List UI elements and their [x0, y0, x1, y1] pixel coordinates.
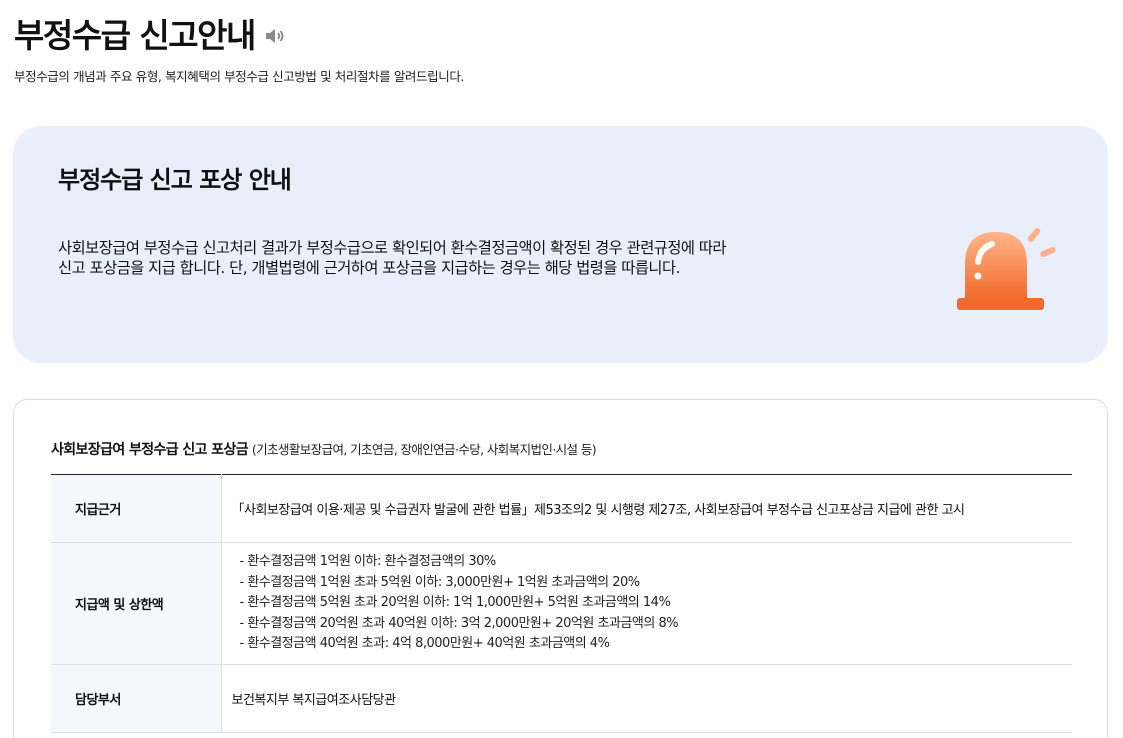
table-row: 지급근거 「사회보장급여 이용·제공 및 수급권자 발굴에 관한 법률」제53조… [51, 474, 1072, 543]
table-heading-sub: (기초생활보장급여, 기초연금, 장애인연금·수당, 사회복지법인·시설 등) [251, 442, 597, 457]
amount-item: - 환수결정금액 20억원 초과 40억원 이하: 3억 2,000만원+ 20… [239, 615, 679, 631]
notice-line-2: 신고 포상금을 지급 합니다. 단, 개별법령에 근거하여 포상금을 지급하는 … [58, 259, 680, 277]
row-value-amount: - 환수결정금액 1억원 이하: 환수결정금액의 30% - 환수결정금액 1억… [221, 542, 1072, 665]
page-title: 부정수급 신고안내 [14, 16, 256, 55]
page-subtitle: 부정수급의 개념과 주요 유형, 복지혜택의 부정수급 신고방법 및 처리절차를… [14, 69, 465, 84]
amount-item: - 환수결정금액 40억원 초과: 4억 8,000만원+ 40억원 초과금액의… [239, 636, 610, 652]
row-label-amount: 지급액 및 상한액 [51, 542, 222, 665]
amount-item: - 환수결정금액 1억원 초과 5억원 이하: 3,000만원+ 1억원 초과금… [239, 574, 641, 590]
reward-notice-card: 부정수급 신고 포상 안내 사회보장급여 부정수급 신고처리 결과가 부정수급으… [13, 126, 1108, 363]
table-heading: 사회보장급여 부정수급 신고 포상금 (기초생활보장급여, 기초연금, 장애인연… [51, 439, 597, 459]
row-value-department: 보건복지부 복지급여조사담당관 [221, 664, 1072, 733]
siren-icon [957, 228, 1056, 310]
table-heading-title: 사회보장급여 부정수급 신고 포상금 [51, 442, 249, 458]
amount-item: - 환수결정금액 5억원 초과 20억원 이하: 1억 1,000만원+ 5억원… [239, 595, 671, 611]
speaker-icon[interactable] [263, 24, 287, 48]
reward-table: 지급근거 「사회보장급여 이용·제공 및 수급권자 발굴에 관한 법률」제53조… [51, 474, 1072, 733]
table-row: 담당부서 보건복지부 복지급여조사담당관 [51, 664, 1072, 733]
notice-line-1: 사회보장급여 부정수급 신고처리 결과가 부정수급으로 확인되어 환수결정금액이… [58, 239, 727, 257]
table-row: 지급액 및 상한액 - 환수결정금액 1억원 이하: 환수결정금액의 30% -… [51, 542, 1072, 665]
notice-description: 사회보장급여 부정수급 신고처리 결과가 부정수급으로 확인되어 환수결정금액이… [58, 238, 858, 278]
reward-info-card: 사회보장급여 부정수급 신고 포상금 (기초생활보장급여, 기초연금, 장애인연… [13, 399, 1108, 738]
row-value-basis: 「사회보장급여 이용·제공 및 수급권자 발굴에 관한 법률」제53조의2 및 … [221, 474, 1072, 543]
row-label-department: 담당부서 [51, 664, 222, 733]
row-label-basis: 지급근거 [51, 474, 222, 543]
page-title-row: 부정수급 신고안내 [14, 14, 287, 58]
notice-title: 부정수급 신고 포상 안내 [58, 166, 292, 194]
amount-item: - 환수결정금액 1억원 이하: 환수결정금액의 30% [239, 554, 497, 570]
